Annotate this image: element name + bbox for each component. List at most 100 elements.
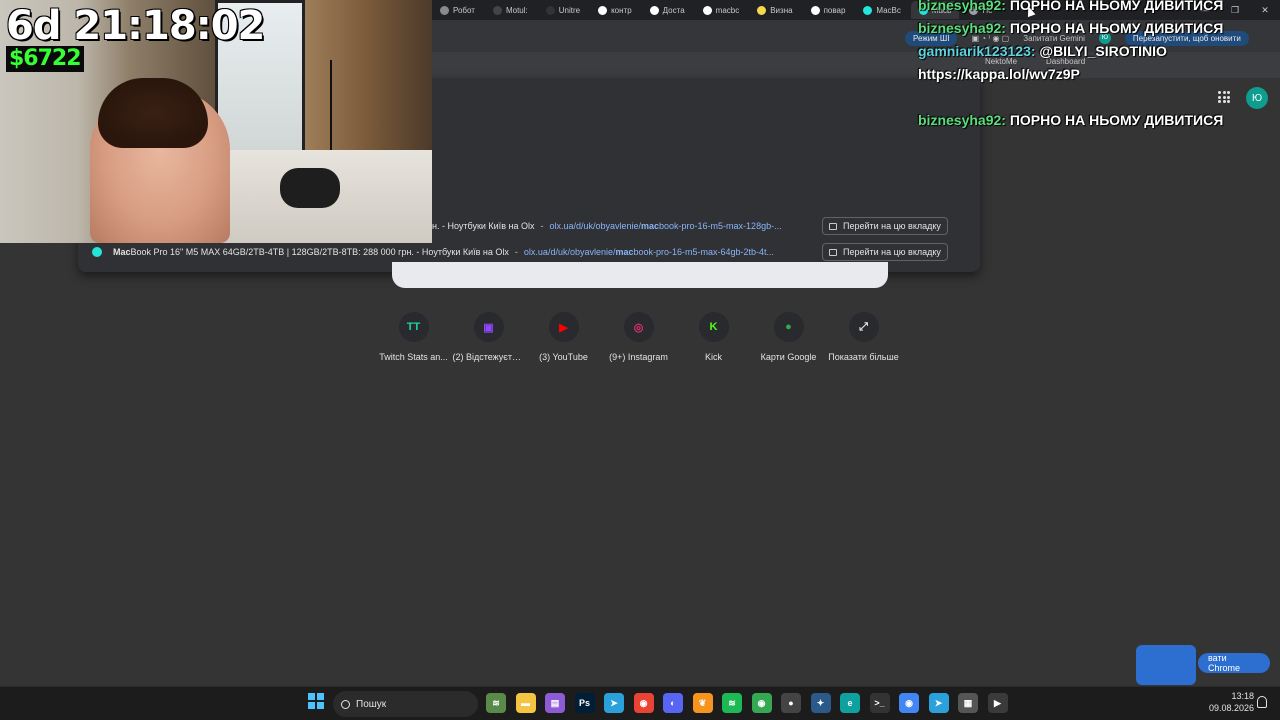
clock-time: 13:18 bbox=[1231, 691, 1254, 701]
tab-favicon-icon bbox=[702, 5, 712, 15]
chat-username: biznesyha92: bbox=[918, 112, 1006, 128]
browser-tab[interactable]: macbc bbox=[695, 1, 748, 19]
tab-label: Робот bbox=[453, 5, 475, 15]
tab-label: повар bbox=[823, 5, 846, 15]
clock-date: 09.08.2026 bbox=[1208, 703, 1254, 713]
player-icon[interactable]: ▶ bbox=[987, 693, 1008, 713]
chat-text: https://kappa.lol/wv7z9P bbox=[918, 66, 1080, 82]
tab-favicon-icon bbox=[863, 5, 873, 15]
chrome-promo[interactable]: вати Chrome bbox=[1136, 645, 1270, 685]
chat-message: biznesyha92: ПОРНО НА НЬОМУ ДИВИТИСЯ bbox=[918, 0, 1278, 17]
chat-text: ПОРНО НА НЬОМУ ДИВИТИСЯ bbox=[1009, 20, 1224, 36]
fl-studio-icon[interactable]: ❦ bbox=[692, 693, 713, 713]
clock[interactable]: 13:18 09.08.2026 bbox=[1204, 690, 1254, 714]
suggestion-url: olx.ua/d/uk/obyavlenie/macbook-pro-16-m5… bbox=[549, 221, 782, 231]
chat-text: ПОРНО НА НЬОМУ ДИВИТИСЯ bbox=[1009, 0, 1224, 13]
tab-label: MacBc bbox=[876, 5, 901, 15]
chat-message: biznesyha92: ПОРНО НА НЬОМУ ДИВИТИСЯ bbox=[918, 109, 1278, 132]
tab-label: Доста bbox=[662, 5, 685, 15]
photoshop-icon[interactable]: Ps bbox=[574, 693, 595, 713]
edge-icon[interactable]: e bbox=[840, 693, 860, 713]
chat-overlay: biznesyha92: ПОРНО НА НЬОМУ ДИВИТИСЯ bizn… bbox=[918, 0, 1278, 132]
shortcut-tile[interactable]: ⤢ Показати більше bbox=[826, 312, 901, 362]
start-icon[interactable] bbox=[308, 693, 324, 709]
promo-label[interactable]: вати Chrome bbox=[1198, 653, 1270, 673]
donation-total: $6722 bbox=[6, 46, 84, 72]
shortcut-tile[interactable]: ◎ (9+) Instagram bbox=[601, 312, 676, 362]
taskbar-search[interactable]: Пошук bbox=[333, 691, 478, 717]
shortcut-label: Twitch Stats an... bbox=[379, 352, 448, 362]
obs-icon[interactable]: ● bbox=[781, 693, 801, 713]
twitch-icon: ▣ bbox=[483, 321, 494, 334]
browser-tab[interactable]: повар bbox=[803, 1, 854, 19]
tab-label: macbc bbox=[715, 5, 740, 15]
media-icon[interactable]: ▤ bbox=[545, 693, 565, 713]
webcam-bag bbox=[280, 168, 340, 208]
browser-tab[interactable]: Motul: bbox=[485, 1, 536, 19]
tab-icon bbox=[829, 222, 837, 230]
tab-favicon-icon bbox=[598, 5, 608, 15]
google-search-box[interactable] bbox=[392, 262, 888, 288]
shortcut-circle: ⤢ bbox=[848, 312, 879, 342]
browser-tab[interactable]: Робот bbox=[432, 1, 483, 19]
webcam-hair bbox=[98, 78, 208, 148]
twitch-stats-icon: TT bbox=[406, 321, 421, 333]
webcam-overlay: 6d 21:18:02 $6722 bbox=[0, 0, 432, 243]
shortcut-tile[interactable]: TT Twitch Stats an... bbox=[376, 312, 451, 362]
expand-icon: ⤢ bbox=[859, 320, 868, 333]
browser-tab[interactable]: MacBc bbox=[855, 1, 908, 19]
file-explorer-icon[interactable]: ▬ bbox=[515, 693, 536, 713]
browser-tab[interactable]: Визна bbox=[749, 1, 800, 19]
shortcut-tile[interactable]: K Kick bbox=[676, 312, 751, 362]
shortcut-tile[interactable]: ▶ (3) YouTube bbox=[526, 312, 601, 362]
notification-icon[interactable] bbox=[1257, 696, 1267, 708]
shortcut-circle: TT bbox=[398, 312, 429, 342]
tab-icon bbox=[829, 248, 837, 256]
suggestion-url: olx.ua/d/uk/obyavlenie/macbook-pro-16-m5… bbox=[523, 247, 775, 257]
chat-text: @BILYI_SIROTINIO bbox=[1039, 43, 1167, 59]
youtube-icon: ▶ bbox=[559, 321, 568, 334]
tab-favicon-icon bbox=[440, 5, 449, 15]
shortcut-tile[interactable]: ● Карти Google bbox=[751, 312, 826, 362]
chrome-active-icon[interactable]: ◉ bbox=[899, 693, 919, 713]
chat-spacer bbox=[918, 86, 1278, 109]
suggestion-separator: - bbox=[514, 247, 518, 257]
spotify-icon[interactable]: ≋ bbox=[722, 693, 742, 713]
chat-message: biznesyha92: ПОРНО НА НЬОМУ ДИВИТИСЯ bbox=[918, 17, 1278, 40]
shortcuts-grid: TT Twitch Stats an... ▣ (2) Відстежується ▶ (… bbox=[376, 312, 901, 362]
search-icon bbox=[341, 699, 350, 709]
promo-icon bbox=[1136, 645, 1196, 685]
tab-favicon-icon bbox=[757, 5, 767, 15]
chrome-icon[interactable]: ◉ bbox=[633, 693, 654, 713]
browser-tab[interactable]: контр bbox=[590, 1, 640, 19]
calculator-icon[interactable]: ▦ bbox=[958, 693, 978, 713]
shortcut-label: Kick bbox=[704, 352, 722, 362]
tab-favicon-icon bbox=[492, 5, 502, 15]
terminal-icon[interactable]: >_ bbox=[869, 693, 890, 713]
shortcut-label: (9+) Instagram bbox=[609, 352, 668, 362]
tab-favicon-icon bbox=[810, 5, 820, 15]
webcam-lamp bbox=[330, 60, 332, 160]
shortcut-circle: K bbox=[698, 312, 729, 342]
widgets-icon[interactable]: ≋ bbox=[486, 693, 506, 713]
chat-message: gamniarik123123: @BILYI_SIROTINIO bbox=[918, 40, 1278, 63]
chrome-profile-icon[interactable]: ◉ bbox=[751, 693, 772, 713]
shortcut-circle: ▣ bbox=[473, 312, 504, 342]
tab-favicon-icon bbox=[545, 5, 555, 15]
switch-to-tab-button[interactable]: Перейти на цю вкладку bbox=[822, 217, 948, 235]
telegram-2-icon[interactable]: ➤ bbox=[928, 693, 949, 713]
taskbar: Пошук ≋ ▬ ▤ Ps ➤ ◉ ◐ ❦ ≋ ◉ ● ✦ e >_ ◉ ➤ ▦ ▶ 13:18 09.08.2… bbox=[0, 686, 1280, 720]
browser-tab[interactable]: Unitre bbox=[538, 1, 588, 19]
davinci-icon[interactable]: ✦ bbox=[810, 693, 831, 713]
chat-text: ПОРНО НА НЬОМУ ДИВИТИСЯ bbox=[1009, 112, 1224, 128]
switch-to-tab-button[interactable]: Перейти на цю вкладку bbox=[822, 243, 948, 261]
shortcut-tile[interactable]: ▣ (2) Відстежується bbox=[451, 312, 526, 362]
chat-username: gamniarik123123: bbox=[918, 43, 1036, 59]
browser-tab[interactable]: Доста bbox=[642, 1, 693, 19]
telegram-icon[interactable]: ➤ bbox=[604, 693, 624, 713]
google-maps-icon: ● bbox=[785, 321, 792, 333]
taskbar-search-label: Пошук bbox=[356, 698, 387, 710]
olx-icon bbox=[92, 247, 102, 257]
discord-icon[interactable]: ◐ bbox=[663, 693, 683, 713]
shortcut-label: Показати більше bbox=[828, 352, 899, 362]
